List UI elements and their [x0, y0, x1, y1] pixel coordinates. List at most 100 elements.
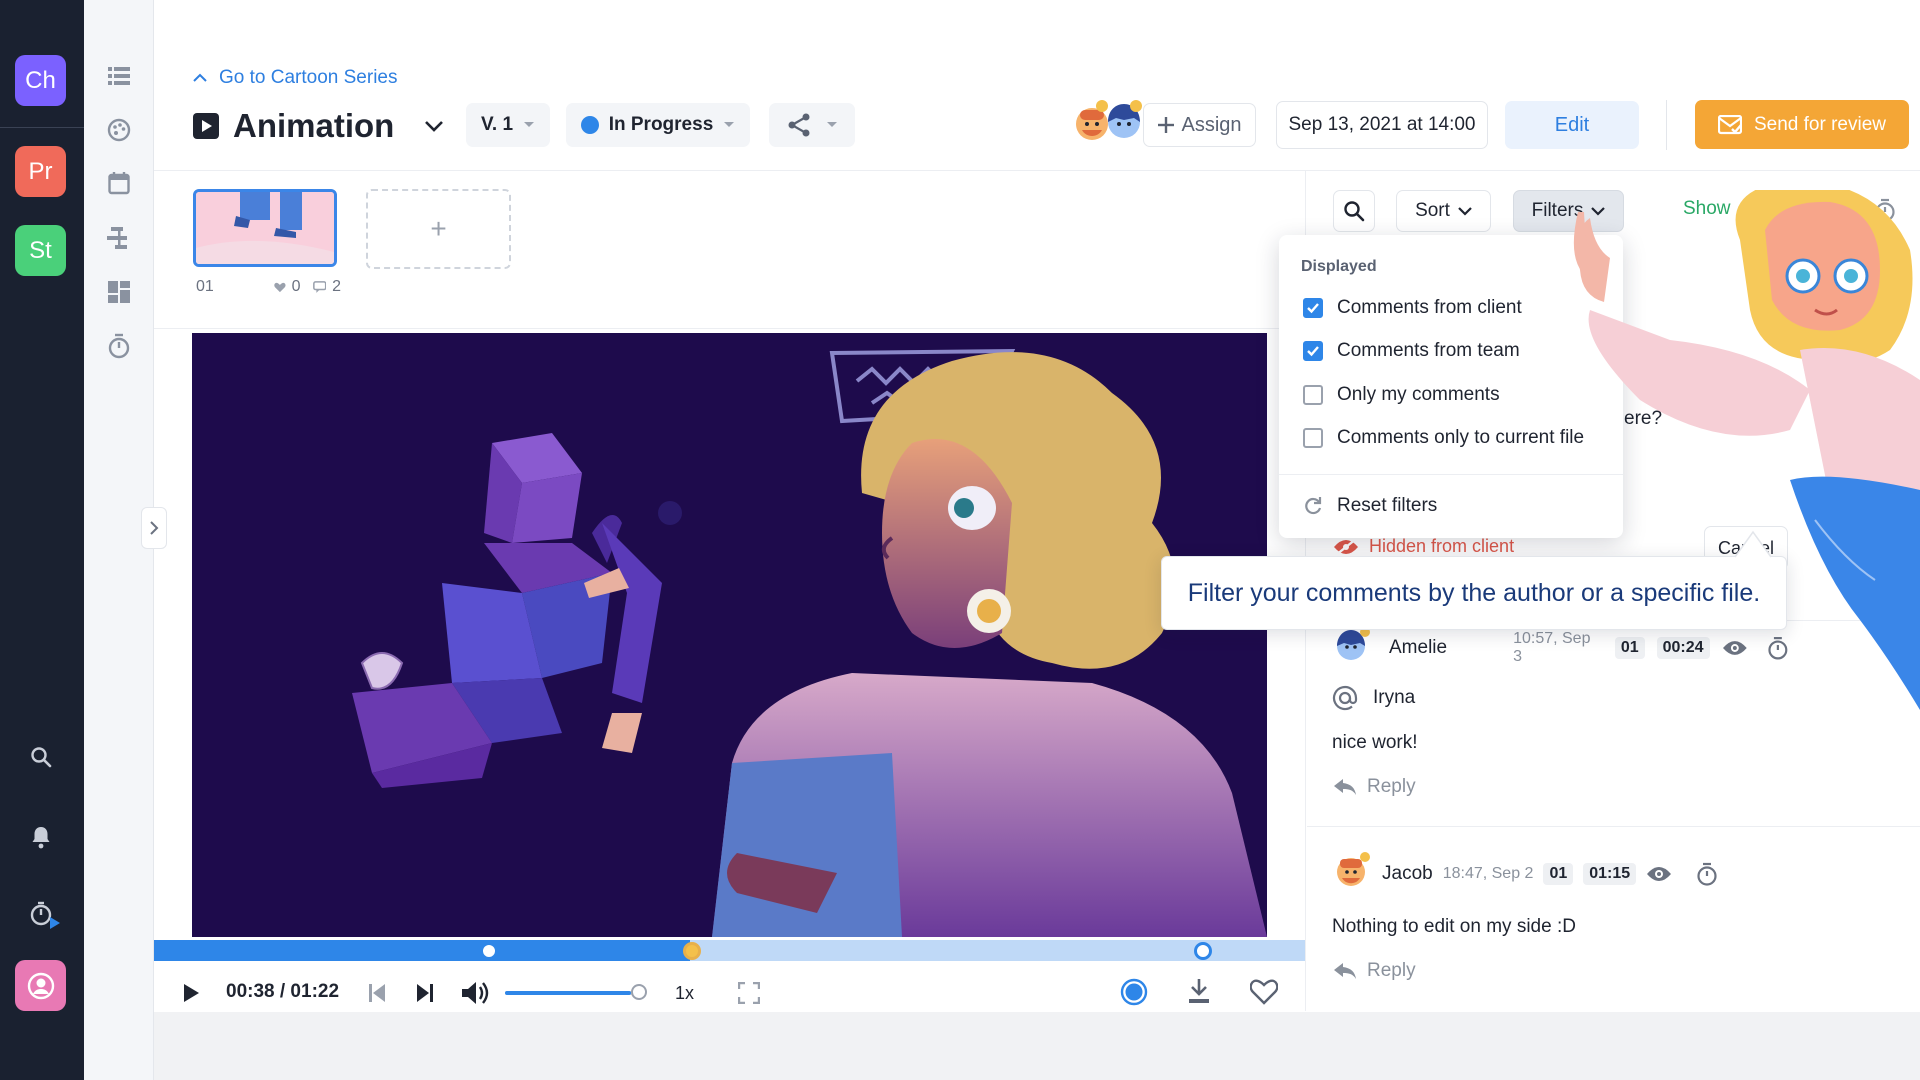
user-avatar[interactable]	[15, 960, 66, 1011]
reply-button[interactable]: Reply	[1333, 960, 1416, 982]
plus-icon	[1158, 117, 1175, 133]
comment-file-badge[interactable]: 01	[1543, 863, 1574, 885]
add-file-button[interactable]: +	[366, 189, 511, 269]
amelie-avatar-icon	[1337, 627, 1370, 660]
checkbox-unchecked[interactable]	[1303, 428, 1323, 448]
dashboard-icon[interactable]	[104, 277, 134, 307]
fullscreen-icon[interactable]	[738, 982, 760, 1004]
caret-down-icon	[827, 122, 837, 127]
expand-panel-button[interactable]	[141, 507, 167, 549]
status-select[interactable]: In Progress	[566, 103, 750, 147]
edit-button[interactable]: Edit	[1505, 101, 1639, 149]
palette-icon[interactable]	[104, 115, 134, 145]
header-separator	[1666, 100, 1667, 150]
workspace-rail: Ch Pr St	[0, 0, 84, 1080]
thumbnail-meta: 01 0 2	[196, 277, 341, 297]
timeline-marker[interactable]	[480, 942, 498, 960]
thumbnail-divider	[154, 328, 1306, 329]
due-date-text: Sep 13, 2021 at 14:00	[1288, 114, 1476, 135]
play-icon[interactable]	[182, 983, 200, 1003]
mention-name[interactable]: Iryna	[1373, 687, 1415, 709]
mail-check-icon	[1717, 114, 1742, 134]
filter-option-mine[interactable]: Only my comments	[1303, 382, 1500, 408]
title-chevron-down-icon[interactable]	[424, 119, 444, 133]
bottom-area	[154, 1012, 1920, 1080]
assignee-avatars[interactable]	[1072, 98, 1146, 146]
gantt-icon[interactable]	[104, 223, 134, 253]
header-divider	[154, 170, 1920, 171]
stopwatch-icon[interactable]	[1696, 862, 1718, 886]
likes-count: 0	[291, 278, 301, 295]
assign-button[interactable]: Assign	[1143, 103, 1256, 147]
comment-text: Nothing to edit on my side :D	[1332, 916, 1576, 937]
record-icon[interactable]	[1120, 978, 1148, 1006]
timeline-playhead[interactable]	[683, 942, 701, 960]
workspace-label: Pr	[28, 157, 53, 185]
version-label: V. 1	[480, 114, 514, 135]
status-dot	[580, 116, 599, 134]
video-file-icon	[193, 113, 219, 139]
status-label: In Progress	[608, 114, 714, 135]
comment-timestamp-badge[interactable]: 01:15	[1583, 863, 1637, 885]
timeline-marker[interactable]	[1194, 942, 1212, 960]
skip-back-icon[interactable]	[368, 983, 386, 1003]
breadcrumb[interactable]: Go to Cartoon Series	[193, 66, 397, 90]
download-icon[interactable]	[1187, 978, 1211, 1004]
stopwatch-icon[interactable]	[104, 331, 134, 361]
version-select[interactable]: V. 1	[466, 103, 550, 147]
reply-button[interactable]: Reply	[1333, 776, 1416, 798]
filter-option-current-file[interactable]: Comments only to current file	[1303, 425, 1584, 451]
comment-avatar	[1333, 626, 1373, 662]
workspace-ch[interactable]: Ch	[15, 55, 66, 106]
checkbox-checked[interactable]	[1303, 341, 1323, 361]
comments-count: 2	[332, 278, 341, 295]
eye-off-icon	[1334, 537, 1358, 556]
comment-icon	[312, 281, 327, 293]
share-button[interactable]	[769, 103, 855, 147]
list-icon[interactable]	[104, 61, 134, 91]
breadcrumb-link[interactable]: Go to Cartoon Series	[219, 67, 397, 89]
skip-forward-icon[interactable]	[416, 983, 434, 1003]
eye-icon[interactable]	[1646, 865, 1672, 883]
due-date-field[interactable]: Sep 13, 2021 at 14:00	[1276, 101, 1488, 149]
comment-search-button[interactable]	[1333, 190, 1375, 232]
edit-label: Edit	[1554, 113, 1590, 136]
calendar-icon[interactable]	[104, 168, 134, 198]
refresh-icon	[1305, 497, 1322, 515]
workspace-label: St	[29, 236, 52, 264]
chevron-up-icon	[193, 73, 207, 82]
assign-label: Assign	[1181, 113, 1242, 136]
filter-option-team[interactable]: Comments from team	[1303, 338, 1520, 364]
comment-divider	[1307, 826, 1920, 827]
timer-play-icon[interactable]	[26, 900, 66, 930]
sort-button[interactable]: Sort	[1396, 190, 1491, 232]
hidden-from-client[interactable]: Hidden from client	[1333, 536, 1514, 557]
checkbox-unchecked[interactable]	[1303, 385, 1323, 405]
playback-speed[interactable]: 1x	[675, 983, 694, 1004]
workspace-st[interactable]: St	[15, 225, 66, 276]
sort-label: Sort	[1415, 200, 1450, 221]
share-icon	[788, 113, 810, 137]
reset-filters-button[interactable]: Reset filters	[1303, 493, 1437, 519]
workspace-label: Ch	[25, 66, 56, 94]
hidden-label: Hidden from client	[1369, 536, 1515, 556]
file-thumbnail[interactable]	[193, 189, 337, 267]
comment-author: Jacob	[1382, 863, 1433, 884]
bell-icon[interactable]	[26, 822, 56, 852]
workspace-pr[interactable]: Pr	[15, 146, 66, 197]
chevron-down-icon	[1458, 206, 1472, 216]
caret-down-icon	[524, 122, 535, 127]
send-for-review-button[interactable]: Send for review	[1695, 100, 1909, 149]
volume-icon[interactable]	[461, 980, 489, 1006]
video-frame[interactable]	[192, 333, 1267, 937]
caret-down-icon	[724, 122, 735, 127]
checkbox-checked[interactable]	[1303, 298, 1323, 318]
heart-like-icon[interactable]	[1250, 979, 1278, 1005]
at-icon	[1332, 685, 1358, 711]
volume-knob[interactable]	[631, 984, 647, 1000]
reset-filters-label: Reset filters	[1337, 495, 1438, 516]
filter-section-title: Displayed	[1301, 258, 1377, 275]
filter-option-client[interactable]: Comments from client	[1303, 295, 1522, 321]
time-display: 00:38 / 01:22	[226, 981, 340, 1002]
search-icon[interactable]	[26, 742, 56, 772]
